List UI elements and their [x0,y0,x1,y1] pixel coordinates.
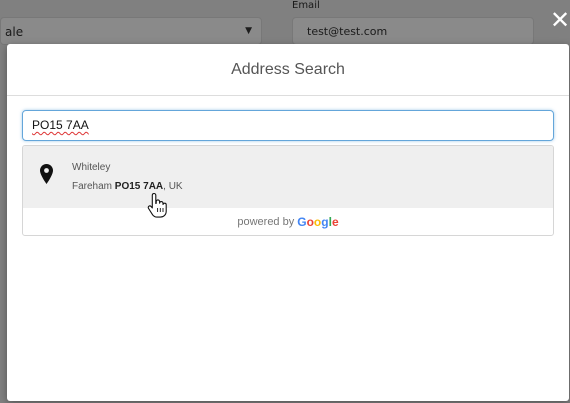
close-icon[interactable]: ✕ [550,8,570,32]
modal-header: Address Search [7,44,569,96]
autocomplete-dropdown: Whiteley Fareham PO15 7AA, UK powered by… [22,145,554,236]
result-postcode: PO15 7AA [114,181,164,192]
modal-title: Address Search [231,60,345,78]
google-logo: Google [297,215,339,229]
search-input-value: PO15 7AA [32,118,89,132]
result-town: Fareham [72,181,115,192]
result-address: Fareham PO15 7AA, UK [72,181,183,192]
result-locality: Whiteley [72,162,111,173]
autocomplete-result[interactable]: Whiteley Fareham PO15 7AA, UK [23,146,553,218]
address-search-input[interactable]: PO15 7AA [22,110,554,141]
map-pin-icon [40,164,53,184]
address-search-modal: Address Search PO15 7AA Whiteley Fareham… [7,44,569,401]
powered-by-text: powered by [237,216,295,228]
powered-by-google: powered by Google [23,208,553,235]
result-country: , UK [163,181,183,192]
hand-pointer-cursor-icon [147,192,167,218]
